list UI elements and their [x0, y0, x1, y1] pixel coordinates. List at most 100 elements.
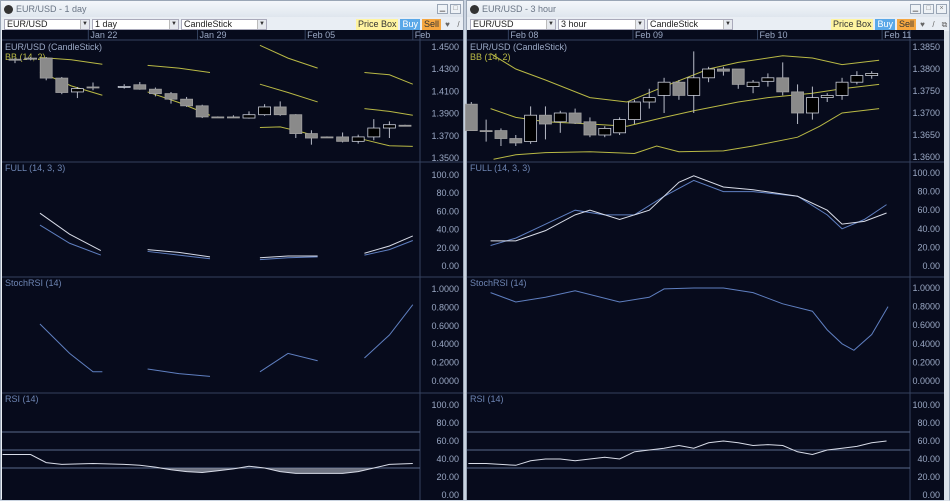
rsi-axis-tick: 80.00	[917, 418, 940, 428]
candle-bullish	[687, 77, 701, 96]
rsi-axis-tick: 100.00	[431, 400, 459, 410]
full-axis-tick: 20.00	[436, 243, 459, 253]
candle-bullish	[835, 81, 849, 96]
rsi-axis-tick: 20.00	[436, 472, 459, 482]
candle-bearish	[731, 68, 745, 85]
candle-bearish	[398, 124, 412, 127]
full-axis-tick: 40.00	[917, 224, 940, 234]
candle-bullish	[761, 77, 775, 82]
rsi-axis-tick: 80.00	[436, 418, 459, 428]
stochrsi-axis-tick: 0.0000	[431, 376, 459, 386]
rsi-axis-tick: 40.00	[917, 454, 940, 464]
candle-bearish	[304, 133, 318, 139]
full-axis-tick: 80.00	[436, 188, 459, 198]
price-axis-tick: 1.4500	[431, 42, 459, 52]
price-axis-tick: 1.3500	[431, 153, 459, 163]
candle-bearish	[55, 77, 69, 93]
candle-bearish	[24, 57, 38, 60]
candle-bearish	[320, 136, 334, 139]
candle-bearish	[509, 138, 523, 144]
date-label: Jan 29	[200, 30, 227, 40]
candle-bullish	[71, 88, 84, 93]
candle-bullish	[746, 81, 760, 87]
price-panel-title: EUR/USD (CandleStick)	[470, 42, 567, 52]
candle-bullish	[702, 68, 715, 79]
date-label: Jan 22	[90, 30, 117, 40]
candle-bearish	[568, 112, 582, 124]
price-axis-tick: 1.3900	[431, 109, 459, 119]
candle-bullish	[258, 106, 272, 116]
candle-bearish	[273, 106, 287, 116]
candle-bearish	[39, 57, 53, 79]
date-label: Feb	[415, 30, 431, 40]
full-axis-tick: 0.00	[441, 261, 459, 271]
stochrsi-axis-tick: 1.0000	[431, 284, 459, 294]
candle-bullish	[367, 127, 381, 138]
candle-bearish	[336, 136, 350, 142]
full-axis-tick: 80.00	[917, 187, 940, 197]
candle-bearish	[464, 103, 478, 131]
candle-bearish	[479, 130, 493, 133]
stochrsi-axis-tick: 0.2000	[912, 357, 940, 367]
candle-bullish	[657, 81, 671, 96]
candle-bullish	[865, 73, 879, 77]
stochrsi-title: StochRSI (14)	[470, 278, 527, 288]
candle-bullish	[117, 86, 131, 88]
candle-bearish	[211, 116, 225, 119]
stochrsi-axis-tick: 0.0000	[912, 376, 940, 386]
rsi-axis-tick: 20.00	[917, 472, 940, 482]
rsi-axis-tick: 0.00	[922, 490, 940, 500]
full-axis-tick: 40.00	[436, 225, 459, 235]
candle-bearish	[539, 114, 552, 125]
price-axis-tick: 1.3700	[912, 108, 940, 118]
price-panel-title: EUR/USD (CandleStick)	[5, 42, 102, 52]
candle-bearish	[148, 88, 162, 95]
full-axis-tick: 60.00	[436, 206, 459, 216]
candle-bearish	[226, 116, 240, 119]
price-axis-tick: 1.3850	[912, 42, 940, 52]
candle-bullish	[613, 119, 626, 134]
full-stochastic-title: FULL (14, 3, 3)	[5, 163, 65, 173]
rsi-title: RSI (14)	[5, 394, 39, 404]
full-axis-tick: 100.00	[912, 168, 940, 178]
rsi-axis-tick: 0.00	[441, 490, 459, 500]
price-axis-tick: 1.3800	[912, 64, 940, 74]
candle-bearish	[289, 114, 303, 134]
date-label: Feb 08	[510, 30, 538, 40]
candle-bearish	[791, 91, 804, 114]
candle-bullish	[820, 95, 834, 99]
bollinger-title: BB (14, 2)	[470, 52, 511, 62]
full-axis-tick: 100.00	[431, 170, 459, 180]
full-axis-tick: 60.00	[917, 205, 940, 215]
date-label: Feb 11	[884, 30, 911, 40]
candle-bearish	[180, 98, 194, 107]
price-axis-tick: 1.4100	[431, 86, 459, 96]
chart-background	[467, 30, 944, 500]
candle-bullish	[628, 101, 641, 121]
chart-background	[2, 30, 463, 500]
rsi-axis-tick: 100.00	[912, 400, 940, 410]
candle-bullish	[524, 114, 538, 142]
candle-bearish	[86, 86, 100, 89]
candle-bullish	[598, 127, 612, 136]
candle-bearish	[494, 130, 508, 139]
date-label: Feb 10	[760, 30, 788, 40]
price-axis-tick: 1.3700	[431, 131, 459, 141]
stochrsi-axis-tick: 0.4000	[912, 339, 940, 349]
candle-bearish	[672, 81, 686, 96]
stochrsi-axis-tick: 0.6000	[431, 321, 459, 331]
full-axis-tick: 20.00	[917, 242, 940, 252]
stochrsi-axis-tick: 0.8000	[912, 302, 940, 312]
candle-bearish	[164, 93, 178, 100]
full-axis-tick: 0.00	[922, 261, 940, 271]
date-label: Feb 09	[635, 30, 663, 40]
rsi-axis-tick: 60.00	[436, 436, 459, 446]
full-stochastic-title: FULL (14, 3, 3)	[470, 163, 530, 173]
rsi-title: RSI (14)	[470, 394, 504, 404]
candle-bullish	[242, 114, 256, 119]
stochrsi-axis-tick: 0.8000	[431, 302, 459, 312]
candle-bearish	[8, 58, 22, 61]
price-axis-tick: 1.3750	[912, 86, 940, 96]
candle-bearish	[776, 77, 790, 93]
price-axis-tick: 1.4300	[431, 64, 459, 74]
